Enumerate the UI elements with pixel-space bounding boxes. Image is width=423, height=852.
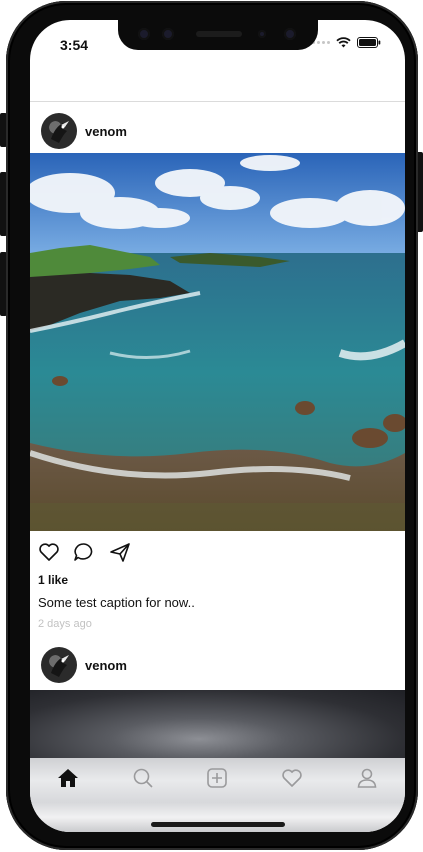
add-post-icon [207,768,227,788]
likes-count[interactable]: 1 like [38,573,68,587]
camera-icon [162,28,174,40]
tab-search[interactable] [129,764,157,792]
post-header: venom [30,646,405,696]
post-image[interactable] [30,153,405,531]
heart-icon[interactable] [38,542,60,562]
tab-home[interactable] [54,764,82,792]
home-icon [58,769,78,787]
header-divider [30,101,405,102]
wifi-icon [336,37,351,48]
camera-icon [258,30,266,38]
tab-new-post[interactable] [203,764,231,792]
tab-activity[interactable] [278,764,306,792]
avatar[interactable] [41,647,77,683]
avatar[interactable] [41,113,77,149]
status-time: 3:54 [60,37,89,53]
screen: 3:54 venom 1 like Some test caption for … [30,20,405,832]
post-actions [30,538,405,568]
post-username[interactable]: venom [85,658,127,673]
home-indicator [151,822,285,827]
notch [118,20,318,50]
battery-icon [357,37,381,48]
speaker-grille [196,31,242,37]
post-image[interactable] [30,690,405,760]
activity-icon [282,769,302,787]
profile-icon [357,768,377,788]
post-time-ago: 2 days ago [38,618,92,630]
post-username[interactable]: venom [85,124,127,139]
camera-icon [138,28,150,40]
status-icons [312,37,381,48]
camera-icon [284,28,296,40]
post-caption: Some test caption for now.. [38,595,195,610]
tab-bar [30,758,405,832]
tab-profile[interactable] [353,764,381,792]
signal-dots-icon [312,41,330,44]
search-icon [133,768,153,788]
comment-icon[interactable] [73,542,95,562]
phone-frame: 3:54 venom 1 like Some test caption for … [6,1,418,850]
share-icon[interactable] [109,542,131,562]
